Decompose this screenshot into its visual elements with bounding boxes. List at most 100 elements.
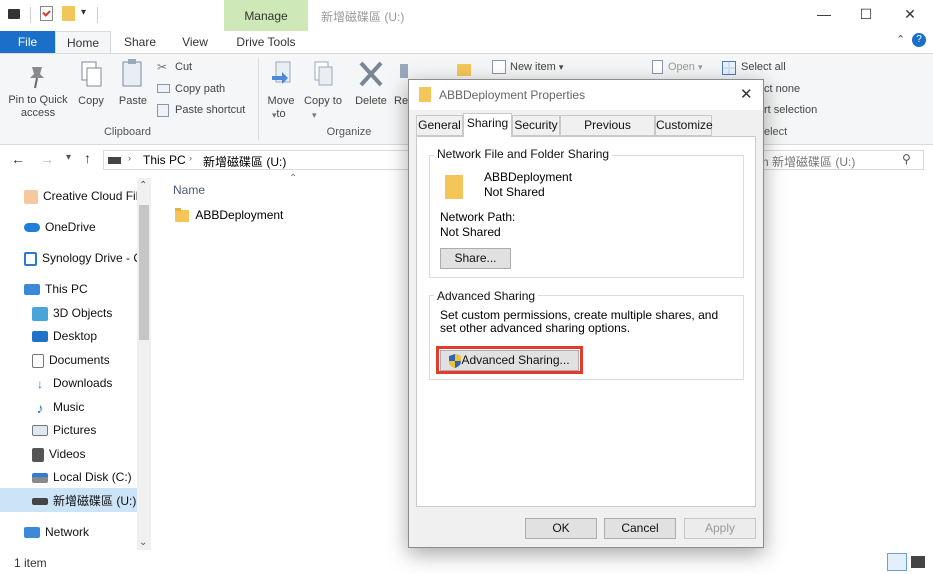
open-button[interactable]: Open ▾: [668, 61, 703, 73]
network-icon: [24, 527, 40, 539]
new-item-button[interactable]: New item ▾: [510, 61, 563, 73]
tab-sharing[interactable]: Sharing: [463, 113, 512, 137]
ok-button[interactable]: OK: [525, 518, 597, 539]
scroll-up-icon[interactable]: ⌃: [139, 180, 147, 191]
search-icon[interactable]: ⚲: [902, 152, 911, 166]
breadcrumb-this-pc[interactable]: This PC: [143, 153, 186, 167]
tab-manage[interactable]: Manage: [224, 0, 308, 31]
recent-locations-icon[interactable]: ▾: [66, 152, 71, 163]
cancel-button[interactable]: Cancel: [604, 518, 676, 539]
pin-icon[interactable]: [26, 64, 48, 90]
tab-security[interactable]: Security: [512, 115, 560, 136]
sidebar-item-pictures[interactable]: Pictures: [32, 419, 96, 441]
breadcrumb-chevron-icon[interactable]: ›: [189, 153, 192, 163]
music-note-icon: ♪: [36, 399, 44, 416]
delete-icon[interactable]: [358, 60, 384, 88]
tab-previous-versions[interactable]: Previous Versions: [560, 115, 655, 151]
rename-icon[interactable]: [400, 64, 408, 78]
sidebar-item-creative-cloud[interactable]: Creative Cloud Fil: [24, 185, 137, 207]
sidebar-item-synology-drive[interactable]: Synology Drive - C: [24, 247, 137, 269]
tab-customize[interactable]: Customize: [655, 115, 713, 136]
copy-button[interactable]: Copy: [74, 95, 108, 108]
apply-button[interactable]: Apply: [684, 518, 756, 539]
sidebar-item-3d-objects[interactable]: 3D Objects: [32, 302, 112, 324]
sidebar-item-documents[interactable]: Documents: [32, 349, 110, 371]
help-icon[interactable]: ?: [912, 33, 926, 47]
sidebar-item-label: 新增磁碟區 (U:): [53, 494, 137, 508]
new-folder-icon[interactable]: [457, 64, 471, 76]
details-view-icon[interactable]: [887, 553, 907, 571]
sidebar-scrollbar-thumb[interactable]: [139, 205, 149, 340]
network-path-value: Not Shared: [440, 225, 501, 239]
back-arrow-icon[interactable]: ←: [11, 151, 25, 167]
sidebar-item-label: Network: [45, 525, 90, 539]
copy-to-button[interactable]: Copy to: [304, 95, 342, 108]
list-item[interactable]: ABBDeployment: [175, 207, 283, 222]
cut-button[interactable]: Cut: [175, 61, 192, 73]
column-header-name[interactable]: Name: [173, 183, 205, 197]
copy-path-icon[interactable]: [157, 84, 170, 93]
advanced-sharing-description: Set custom permissions, create multiple …: [440, 308, 719, 335]
sidebar-item-music[interactable]: ♪ Music: [32, 396, 85, 418]
up-arrow-icon[interactable]: ↑: [84, 150, 91, 166]
move-to-button[interactable]: Move to: [262, 95, 300, 121]
paste-shortcut-button[interactable]: Paste shortcut: [175, 104, 245, 116]
3d-objects-icon: [32, 306, 48, 321]
clipboard-group-label: Clipboard: [103, 126, 152, 138]
sidebar-item-label: Documents: [49, 353, 110, 367]
select-all-button[interactable]: Select all: [741, 61, 786, 73]
collapse-ribbon-icon[interactable]: ⌃: [896, 33, 905, 46]
scroll-down-icon[interactable]: ⌄: [139, 537, 147, 548]
tab-drive-tools[interactable]: Drive Tools: [226, 31, 306, 53]
new-folder-icon[interactable]: [62, 6, 75, 21]
sidebar-item-desktop[interactable]: Desktop: [32, 325, 97, 347]
invert-selection-button[interactable]: rt selection: [764, 104, 817, 116]
properties-icon[interactable]: [40, 6, 53, 21]
sidebar-item-local-disk[interactable]: Local Disk (C:): [32, 466, 132, 488]
pin-to-quick-access-button[interactable]: Pin to Quick access: [4, 94, 72, 120]
qat-dropdown-icon[interactable]: ▾: [81, 7, 86, 18]
navigation-pane: Creative Cloud Fil OneDrive Synology Dri…: [0, 178, 137, 550]
tab-home[interactable]: Home: [55, 31, 111, 53]
rename-button[interactable]: Re: [394, 95, 408, 108]
sidebar-item-downloads[interactable]: ↓ Downloads: [32, 372, 112, 394]
large-icons-view-icon[interactable]: [911, 556, 925, 568]
dialog-close-icon[interactable]: ✕: [740, 85, 753, 103]
drive-icon: [8, 9, 20, 19]
separator: [97, 7, 98, 23]
delete-button[interactable]: Delete: [352, 95, 390, 108]
sidebar-item-this-pc[interactable]: This PC: [24, 278, 88, 300]
paste-shortcut-icon[interactable]: [157, 104, 169, 117]
sidebar-item-label: Downloads: [53, 376, 113, 390]
chevron-down-icon: ▾: [312, 110, 317, 120]
paste-button[interactable]: Paste: [114, 95, 152, 108]
forward-arrow-icon[interactable]: →: [40, 151, 54, 167]
tab-share[interactable]: Share: [115, 31, 165, 53]
maximize-button[interactable]: ☐: [856, 6, 876, 22]
move-to-icon[interactable]: [270, 60, 294, 90]
scissors-icon[interactable]: ✂: [157, 60, 167, 74]
tab-view[interactable]: View: [170, 31, 220, 53]
select-all-icon[interactable]: [722, 61, 736, 75]
breadcrumb-drive[interactable]: 新增磁碟區 (U:): [203, 153, 286, 170]
minimize-button[interactable]: —: [814, 6, 834, 22]
advanced-sharing-button[interactable]: Advanced Sharing...: [440, 350, 579, 371]
select-none-button[interactable]: ct none: [764, 83, 800, 95]
open-icon[interactable]: [652, 60, 663, 74]
sidebar-item-videos[interactable]: Videos: [32, 443, 85, 465]
copy-to-icon[interactable]: [311, 60, 335, 90]
share-button[interactable]: Share...: [440, 248, 511, 269]
close-button[interactable]: ✕: [900, 6, 920, 22]
sidebar-item-onedrive[interactable]: OneDrive: [24, 216, 96, 238]
sidebar-item-drive-u[interactable]: 新增磁碟區 (U:): [32, 490, 136, 512]
breadcrumb-chevron-icon[interactable]: ›: [128, 153, 131, 163]
sidebar-item-network[interactable]: Network: [24, 521, 89, 543]
new-item-icon[interactable]: [492, 60, 506, 74]
paste-icon[interactable]: [120, 58, 146, 90]
tab-general[interactable]: General: [416, 115, 463, 136]
folder-name: ABBDeployment: [484, 170, 573, 184]
tab-file[interactable]: File: [0, 31, 55, 53]
copy-path-button[interactable]: Copy path: [175, 83, 225, 95]
sidebar-item-label: Local Disk (C:): [53, 470, 132, 484]
copy-icon[interactable]: [79, 60, 103, 90]
